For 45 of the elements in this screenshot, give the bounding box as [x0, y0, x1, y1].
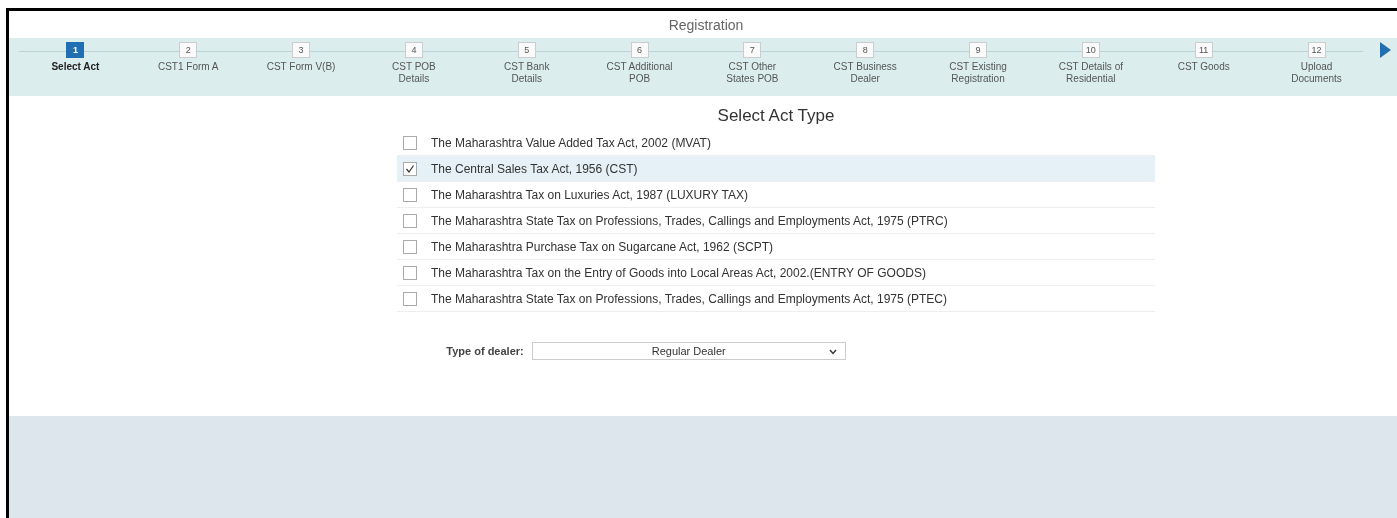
step-label[interactable]: CST Additional POB — [602, 61, 677, 85]
act-label: The Maharashtra Value Added Tax Act, 2002 (MVAT) — [431, 135, 711, 150]
step-number[interactable]: 6 — [630, 42, 649, 58]
act-label: The Maharashtra Tax on Luxuries Act, 1987 (LUXURY TAX) — [431, 187, 749, 202]
checkbox[interactable] — [403, 265, 417, 280]
section-heading: Select Act Type — [717, 106, 835, 126]
act-label: The Maharashtra State Tax on Professions, Trades, Callings and Employments Act, 1975 (PTRC) — [431, 213, 948, 228]
act-label: The Maharashtra State Tax on Professions, Trades, Callings and Employments Act, 1975 (PTEC) — [431, 291, 948, 306]
checkbox[interactable] — [403, 213, 417, 228]
step-number[interactable]: 7 — [743, 42, 762, 58]
checkbox[interactable] — [403, 239, 417, 254]
step-label[interactable]: CST Other States POB — [715, 61, 790, 85]
act-row[interactable]: The Central Sales Tax Act, 1956 (CST) — [397, 156, 1155, 182]
step-label[interactable]: Select Act — [51, 61, 100, 73]
step-number[interactable]: 4 — [404, 42, 423, 58]
dealer-select[interactable]: Regular Dealer — [531, 342, 846, 360]
act-label: The Maharashtra Purchase Tax on Sugarcane Act, 1962 (SCPT) — [431, 239, 773, 254]
checkbox[interactable] — [403, 291, 417, 306]
step-label[interactable]: CST Goods — [1177, 61, 1230, 73]
checkbox[interactable] — [403, 135, 417, 150]
chevron-down-icon — [828, 349, 837, 355]
window-title: Registration — [667, 16, 745, 35]
step-label[interactable]: CST1 Form A — [157, 61, 219, 73]
act-label: The Maharashtra Tax on the Entry of Goods into Local Areas Act, 2002.(ENTRY OF GOODS) — [431, 265, 926, 280]
dealer-label: Type of dealer: — [446, 345, 524, 357]
step-label[interactable]: CST POB Details — [376, 61, 451, 85]
step-label[interactable]: CST Form V(B) — [266, 61, 336, 73]
step-number[interactable]: 8 — [856, 42, 875, 58]
step-number[interactable]: 2 — [179, 42, 198, 58]
step-label[interactable]: CST Existing Registration — [941, 61, 1016, 85]
step-label[interactable]: CST Bank Details — [489, 61, 564, 85]
step-number[interactable]: 9 — [969, 42, 988, 58]
act-label: The Central Sales Tax Act, 1956 (CST) — [431, 161, 638, 176]
step-number[interactable]: 1 — [66, 42, 85, 58]
step-number[interactable]: 12 — [1307, 42, 1326, 58]
checkbox[interactable] — [403, 161, 417, 176]
step-label[interactable]: CST Details of Residential — [1053, 61, 1128, 85]
step-number[interactable]: 3 — [292, 42, 311, 58]
step-label[interactable]: Upload Documents — [1279, 61, 1354, 85]
next-arrow-icon[interactable] — [1378, 42, 1391, 58]
checkbox[interactable] — [403, 187, 417, 202]
step-number[interactable]: 11 — [1194, 42, 1213, 58]
step-number[interactable]: 10 — [1081, 42, 1100, 58]
step-number[interactable]: 5 — [517, 42, 536, 58]
step-label[interactable]: CST Business Dealer — [828, 61, 903, 85]
